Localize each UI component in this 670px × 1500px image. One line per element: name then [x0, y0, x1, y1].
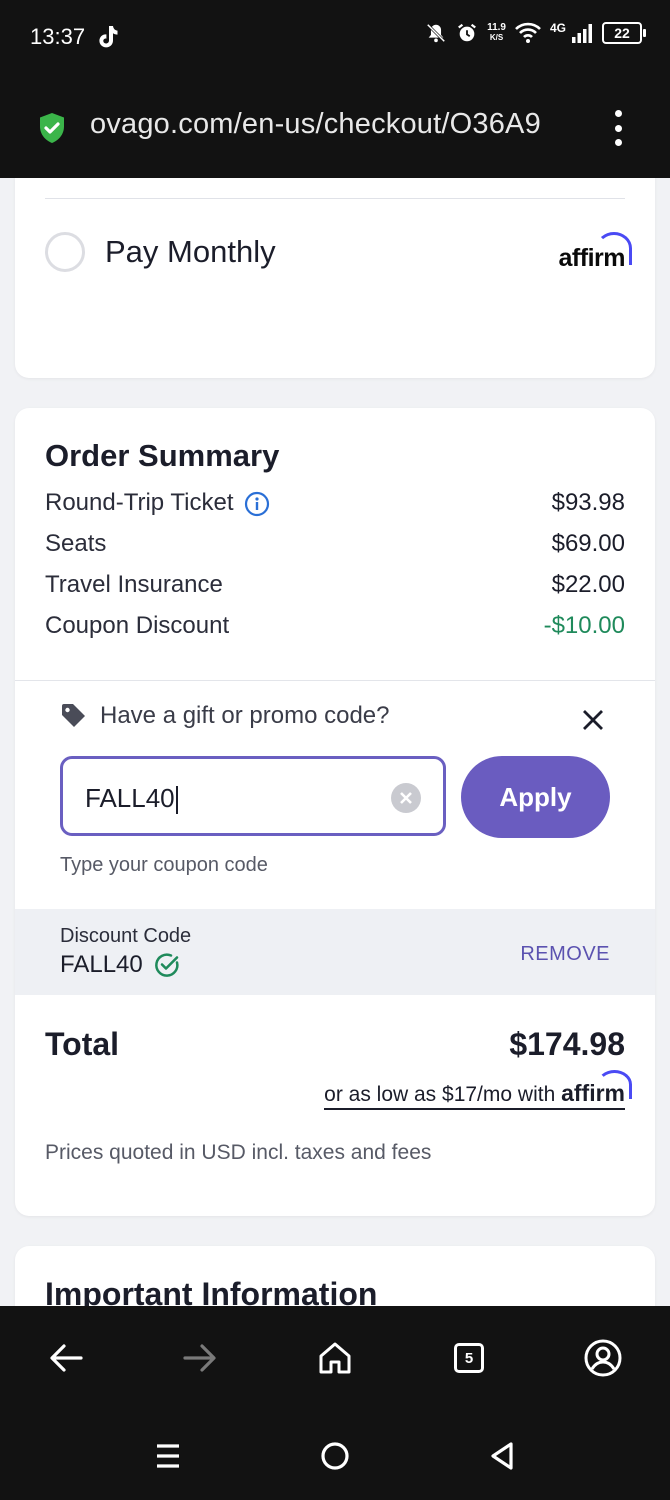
summary-row-value: -$10.00 — [543, 612, 625, 639]
remove-discount-button[interactable]: REMOVE — [520, 943, 610, 966]
home-icon — [319, 1342, 351, 1374]
back-button[interactable] — [44, 1336, 88, 1380]
applied-discount: Discount Code FALL40 REMOVE — [15, 909, 655, 995]
secure-shield-icon — [40, 113, 64, 143]
recent-apps-button[interactable] — [148, 1438, 188, 1474]
page-content: Pay Monthly affirm Order Summary Round-T… — [0, 178, 670, 1306]
summary-row-value: $69.00 — [551, 530, 625, 557]
order-summary-card: Order Summary Round-Trip Ticket $93.98 S… — [15, 408, 655, 1216]
order-summary-title: Order Summary — [45, 438, 280, 473]
divider — [45, 198, 625, 199]
back-arrow-icon — [50, 1344, 83, 1372]
summary-row-label: Seats — [45, 530, 107, 557]
summary-row-insurance: Travel Insurance $22.00 — [45, 571, 625, 599]
price-note: Prices quoted in USD incl. taxes and fee… — [45, 1141, 432, 1164]
close-icon[interactable] — [581, 708, 605, 732]
discount-code-label: Discount Code — [60, 925, 192, 947]
info-icon[interactable] — [244, 491, 270, 517]
discount-code-value: FALL40 — [60, 951, 143, 978]
browser-url-bar: ovago.com/en-us/checkout/O36A9 — [0, 78, 670, 178]
account-button[interactable] — [581, 1336, 625, 1380]
affirm-monthly-link[interactable]: or as low as $17/mo with affirm — [324, 1070, 633, 1110]
mute-bell-icon — [426, 23, 446, 43]
menu-lines-icon — [157, 1444, 179, 1468]
clear-input-icon[interactable] — [391, 783, 421, 813]
tabs-button[interactable]: 5 — [447, 1336, 491, 1380]
forward-arrow-icon — [183, 1344, 216, 1372]
promo-heading: Have a gift or promo code? — [60, 702, 390, 730]
wifi-icon — [515, 22, 541, 43]
affirm-logo: affirm — [559, 232, 633, 273]
tab-count: 5 — [454, 1343, 484, 1373]
tag-icon — [62, 704, 85, 727]
pay-monthly-radio[interactable] — [45, 232, 85, 272]
affirm-monthly-text[interactable]: or as low as $17/mo with — [324, 1083, 555, 1106]
total-label: Total — [45, 1026, 120, 1062]
system-nav-bar — [0, 1410, 670, 1500]
browser-menu-icon[interactable] — [604, 110, 632, 146]
promo-code-value[interactable]: FALL40 — [85, 783, 175, 813]
apply-button[interactable]: Apply — [461, 756, 610, 838]
summary-row-ticket: Round-Trip Ticket $93.98 — [45, 489, 625, 517]
forward-button[interactable] — [178, 1336, 222, 1380]
browser-bottom-nav: 5 — [0, 1306, 670, 1410]
back-system-button[interactable] — [482, 1438, 522, 1474]
payment-options-card: Pay Monthly affirm — [15, 178, 655, 378]
network-type: 4G — [549, 21, 566, 35]
alarm-icon — [458, 23, 476, 42]
promo-helper-text: Type your coupon code — [60, 854, 268, 876]
signal-icon — [572, 24, 592, 43]
summary-row-seats: Seats $69.00 — [45, 530, 625, 558]
summary-row-coupon: Coupon Discount -$10.00 — [45, 612, 625, 640]
important-info-title: Important Information — [45, 1276, 378, 1306]
pay-monthly-label[interactable]: Pay Monthly — [105, 234, 276, 270]
summary-row-label: Travel Insurance — [45, 571, 223, 598]
promo-heading-text: Have a gift or promo code? — [100, 702, 390, 729]
summary-row-value: $22.00 — [551, 571, 625, 598]
home-button[interactable] — [313, 1336, 357, 1380]
discount-code: FALL40 — [60, 951, 181, 979]
status-time: 13:37 — [30, 24, 86, 49]
summary-row-value: $93.98 — [551, 489, 625, 516]
triangle-back-icon — [491, 1442, 513, 1470]
total-value: $174.98 — [509, 1026, 625, 1062]
summary-row-label: Round-Trip Ticket — [45, 489, 234, 516]
circle-home-icon — [321, 1442, 349, 1470]
net-speed: 11.9 K/S — [487, 22, 506, 43]
divider — [15, 680, 655, 681]
account-icon — [584, 1339, 622, 1377]
promo-code-input[interactable]: FALL40 — [60, 756, 446, 836]
important-info-card: Important Information — [15, 1246, 655, 1306]
battery-indicator: 22 — [602, 22, 646, 44]
affirm-inline-logo: affirm — [561, 1070, 633, 1106]
check-circle-icon — [154, 953, 179, 977]
status-icons: 11.9 K/S 4G 22 — [425, 21, 646, 44]
home-system-button[interactable] — [315, 1438, 355, 1474]
text-caret — [175, 786, 178, 815]
summary-row-label: Coupon Discount — [45, 612, 230, 639]
status-bar: 13:37 11.9 K/S 4G 22 — [0, 0, 670, 78]
tiktok-icon — [99, 26, 118, 48]
url-field[interactable]: ovago.com/en-us/checkout/O36A9 — [90, 108, 588, 141]
